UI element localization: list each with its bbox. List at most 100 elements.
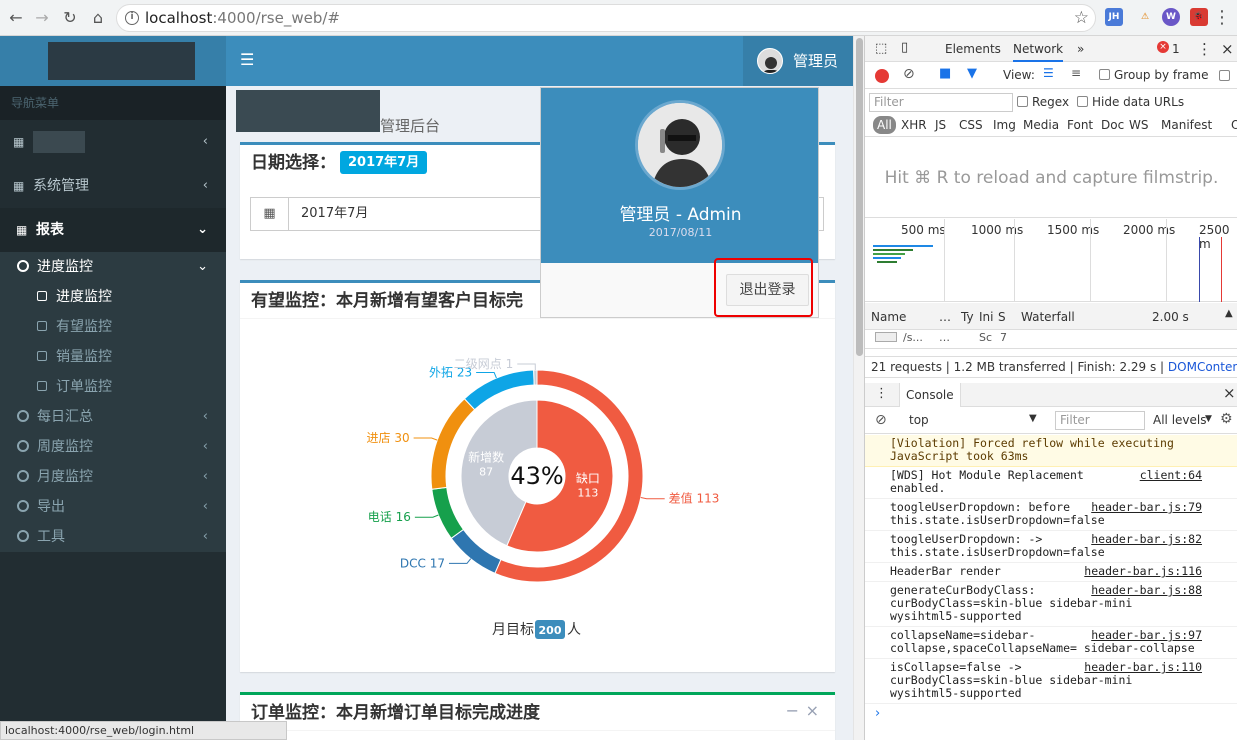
sub2-label: 进度监控: [56, 289, 112, 305]
top-navbar: ☰ 管理员: [226, 36, 853, 86]
console-settings-gear-icon[interactable]: ⚙: [1220, 411, 1233, 427]
console-source-link[interactable]: header-bar.js:97: [1091, 629, 1202, 642]
devtools-close-icon[interactable]: ×: [1221, 36, 1234, 62]
console-source-link[interactable]: header-bar.js:79: [1091, 501, 1202, 514]
context-select[interactable]: top: [909, 413, 929, 427]
regex-checkbox[interactable]: Regex: [1017, 95, 1069, 109]
type-filter-ws[interactable]: WS: [1129, 115, 1148, 135]
type-filter-js[interactable]: JS: [935, 115, 946, 135]
close-icon[interactable]: ×: [806, 701, 819, 720]
error-icon[interactable]: ×: [1157, 41, 1169, 53]
drawer-close-icon[interactable]: ×: [1223, 384, 1236, 402]
sidebar-item-system[interactable]: ▦ 系统管理 ‹: [0, 164, 226, 208]
submenu-monthly[interactable]: 月度监控 ‹: [0, 462, 226, 492]
scrollbar-thumb[interactable]: [856, 38, 863, 356]
console-source-link[interactable]: header-bar.js:88: [1091, 584, 1202, 597]
clear-console-icon[interactable]: ⊘: [875, 412, 887, 428]
forward-icon[interactable]: →: [30, 6, 54, 30]
user-menu[interactable]: 管理员: [743, 36, 853, 86]
drawer-menu-icon[interactable]: ⋮: [875, 386, 888, 401]
collapse-icon[interactable]: −: [786, 701, 799, 720]
type-filter-doc[interactable]: Doc: [1101, 115, 1124, 135]
console-filter-input[interactable]: Filter: [1055, 411, 1145, 430]
console-source-link[interactable]: header-bar.js:110: [1084, 661, 1202, 674]
submenu-tools[interactable]: 工具 ‹: [0, 522, 226, 552]
extension-bug-icon[interactable]: 🐞: [1190, 8, 1208, 26]
submenu-weekly[interactable]: 周度监控 ‹: [0, 432, 226, 462]
type-filter-manifest[interactable]: Manifest: [1161, 115, 1212, 135]
type-filter-font[interactable]: Font: [1067, 115, 1093, 135]
tab-network[interactable]: Network: [1013, 36, 1064, 62]
tab-console[interactable]: Console: [899, 383, 961, 407]
col-dots[interactable]: …: [939, 310, 951, 324]
type-filter-css[interactable]: CSS: [959, 115, 983, 135]
hamburger-icon[interactable]: ☰: [240, 50, 254, 69]
list-view-icon[interactable]: ☰: [1043, 66, 1054, 80]
submenu-daily[interactable]: 每日汇总 ‹: [0, 402, 226, 432]
extension-w-icon[interactable]: W: [1162, 8, 1180, 26]
inspect-icon[interactable]: ⬚: [875, 41, 887, 56]
bookmark-star-icon[interactable]: ☆: [1074, 5, 1089, 31]
type-filter-media[interactable]: Media: [1023, 115, 1059, 135]
col-initiator[interactable]: Ini: [979, 310, 993, 324]
sub2-item-prospect[interactable]: 有望监控: [0, 312, 226, 342]
sub2-label: 有望监控: [56, 319, 112, 335]
col-name[interactable]: Name: [871, 310, 906, 324]
type-filter-img[interactable]: Img: [993, 115, 1016, 135]
col-type[interactable]: Ty: [961, 310, 974, 324]
tab-elements[interactable]: Elements: [945, 36, 1001, 62]
console-source-link[interactable]: header-bar.js:82: [1091, 533, 1202, 546]
checkbox[interactable]: [1219, 70, 1230, 81]
col-waterfall[interactable]: Waterfall: [1021, 310, 1075, 324]
reload-icon[interactable]: ↻: [58, 6, 82, 30]
page-scrollbar[interactable]: [853, 36, 864, 740]
col-time[interactable]: 2.00 s: [1152, 310, 1189, 324]
levels-select[interactable]: All levels: [1153, 413, 1206, 427]
screenshot-icon[interactable]: ■: [939, 66, 951, 81]
slice-电话[interactable]: [431, 486, 465, 540]
levels-dropdown-icon[interactable]: ▼: [1205, 414, 1212, 424]
console-source-link[interactable]: client:64: [1140, 469, 1202, 482]
overview-icon[interactable]: ≡: [1071, 66, 1081, 80]
extension-warning-icon[interactable]: ⚠: [1136, 8, 1154, 26]
clear-icon[interactable]: ⊘: [903, 66, 915, 82]
console-source-link[interactable]: header-bar.js:116: [1084, 565, 1202, 578]
info-icon[interactable]: i: [125, 11, 139, 25]
submenu-progress[interactable]: 进度监控 ⌄: [0, 252, 226, 282]
checkbox[interactable]: [1077, 96, 1088, 107]
devtools-menu-icon[interactable]: ⋮: [1197, 36, 1212, 62]
error-count[interactable]: 1: [1172, 36, 1180, 62]
browser-menu-icon[interactable]: ⋮: [1210, 6, 1234, 30]
device-toolbar-icon[interactable]: ▯: [901, 40, 908, 55]
extension-jh-icon[interactable]: JH: [1105, 8, 1123, 26]
filter-icon[interactable]: ▼: [967, 66, 977, 81]
slice-二级网点[interactable]: [533, 369, 538, 386]
sub2-item-progress[interactable]: 进度监控: [0, 282, 226, 312]
inner-value: 87: [479, 465, 493, 478]
hide-data-urls-checkbox[interactable]: Hide data URLs: [1077, 95, 1184, 109]
sort-up-icon[interactable]: ▲: [1225, 308, 1233, 319]
network-row[interactable]: /s... … Sc 7: [865, 331, 1237, 349]
sidebar-item-hidden[interactable]: ▦ ‹: [0, 120, 226, 164]
address-bar[interactable]: i localhost:4000/rse_web/# ☆: [116, 4, 1096, 32]
checkbox[interactable]: [1099, 69, 1110, 80]
more-tabs-icon[interactable]: »: [1077, 36, 1084, 62]
sub2-item-sales[interactable]: 销量监控: [0, 342, 226, 372]
type-filter-oth[interactable]: Oth: [1231, 115, 1237, 135]
sidebar-item-label: 系统管理: [33, 178, 89, 194]
network-filter-input[interactable]: Filter: [869, 93, 1013, 112]
record-icon[interactable]: [875, 69, 889, 83]
group-by-frame-checkbox[interactable]: Group by frame: [1099, 68, 1208, 82]
submenu-export[interactable]: 导出 ‹: [0, 492, 226, 522]
back-icon[interactable]: ←: [4, 6, 28, 30]
sidebar-item-reports[interactable]: ▦ 报表 ⌄: [0, 208, 226, 252]
context-dropdown-icon[interactable]: ▼: [1029, 413, 1037, 424]
sub2-item-orders[interactable]: 订单监控: [0, 372, 226, 402]
console-prompt-icon[interactable]: ›: [875, 706, 880, 721]
type-filter-all[interactable]: All: [873, 116, 896, 134]
calendar-icon[interactable]: ▦: [251, 198, 289, 230]
type-filter-xhr[interactable]: XHR: [901, 115, 927, 135]
col-size[interactable]: S: [998, 310, 1006, 324]
home-icon[interactable]: ⌂: [86, 6, 110, 30]
checkbox[interactable]: [1017, 96, 1028, 107]
